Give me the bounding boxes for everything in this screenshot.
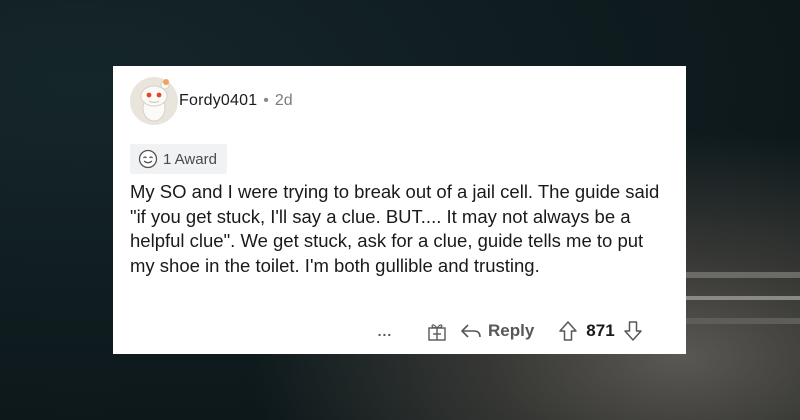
comment-actions: ... Reply 871: [370, 316, 643, 346]
downvote-button[interactable]: [623, 320, 643, 342]
background-rail: [680, 318, 800, 324]
upvote-arrow-icon: [559, 321, 578, 341]
downvote-arrow-icon: [623, 321, 642, 341]
reply-button[interactable]: Reply: [460, 321, 534, 341]
comment-body: My SO and I were trying to break out of …: [130, 181, 660, 276]
give-award-button[interactable]: [426, 320, 448, 342]
comment-age[interactable]: 2d: [275, 92, 293, 110]
vote-controls: 871: [558, 320, 642, 342]
username-link[interactable]: Fordy0401: [179, 92, 257, 110]
award-label: 1 Award: [163, 150, 217, 168]
vote-score: 871: [586, 321, 615, 340]
avatar[interactable]: [129, 76, 179, 126]
comment-card: Fordy0401 • 2d 1 Award My SO and I were …: [113, 66, 686, 354]
gift-icon: [426, 320, 448, 342]
award-icon: [138, 149, 158, 169]
reply-label: Reply: [488, 321, 535, 340]
reply-arrow-icon: [460, 322, 482, 340]
comment-meta: Fordy0401 • 2d: [179, 92, 293, 110]
award-badge[interactable]: 1 Award: [130, 144, 227, 174]
background-rail: [680, 296, 800, 300]
upvote-button[interactable]: [558, 320, 578, 342]
background-rail: [680, 272, 800, 278]
meta-separator: •: [263, 92, 269, 109]
more-options-button[interactable]: ...: [370, 323, 400, 339]
